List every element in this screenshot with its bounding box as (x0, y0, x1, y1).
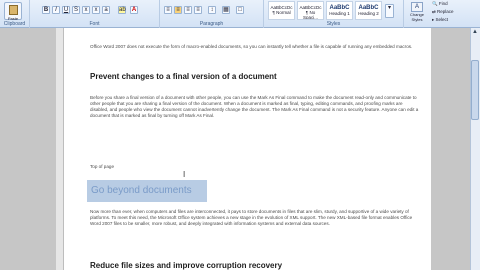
superscript-button[interactable]: x (92, 6, 100, 14)
font-group-label: Font (89, 21, 100, 27)
replace-label: Replace (437, 9, 454, 14)
strikethrough-button[interactable]: S (72, 6, 80, 14)
style-no-spacing[interactable]: AaBbCcDc ¶ No Spaci... (297, 1, 324, 20)
justify-button[interactable]: ≡ (194, 6, 202, 14)
heading-prevent-changes: Prevent changes to a final version of a … (90, 72, 277, 81)
styles-group: AaBbCcDc ¶ Normal AaBbCcDc ¶ No Spaci...… (264, 0, 404, 28)
change-styles-button[interactable]: A Change Styles (406, 2, 428, 26)
font-group: B I U S x x a ab A Font (30, 0, 160, 28)
select-label: Select (435, 17, 449, 22)
line-spacing-button[interactable]: ↕ (208, 6, 216, 14)
paragraph-group-label: Paragraph (199, 21, 224, 27)
document-page[interactable] (65, 28, 431, 270)
change-case-button[interactable]: a (102, 6, 110, 14)
change-styles-icon: A (411, 2, 423, 12)
paragraph-mark-as-final: Before you share a final version of a do… (90, 95, 419, 118)
binoculars-icon: 🔍 (432, 1, 438, 6)
paragraph-group: ≡ ≡ ≡ ≡ ↕ ▦ □ Paragraph (160, 0, 264, 28)
align-center-button[interactable]: ≡ (174, 6, 182, 14)
align-left-button[interactable]: ≡ (164, 6, 172, 14)
find-button[interactable]: 🔍 Find (432, 1, 478, 9)
editing-group: 🔍 Find ⇄ Replace ▸ Select (432, 1, 478, 27)
style-heading-1[interactable]: AaBbC Heading 1 (326, 1, 353, 20)
subscript-button[interactable]: x (82, 6, 90, 14)
font-color-button[interactable]: A (130, 6, 138, 14)
paste-button[interactable]: Paste (4, 2, 22, 21)
heading-reduce-file-sizes: Reduce file sizes and improve corruption… (90, 261, 283, 270)
find-label: Find (438, 1, 448, 6)
select-icon: ▸ (432, 17, 435, 22)
styles-more-button[interactable]: ▾ (385, 4, 394, 18)
intro-paragraph: Office Word 2007 does not execute the fo… (90, 44, 413, 49)
replace-icon: ⇄ (432, 9, 436, 14)
underline-button[interactable]: U (62, 6, 70, 14)
borders-button[interactable]: □ (236, 6, 244, 14)
styles-group-label: Styles (326, 21, 341, 27)
clipboard-icon (9, 5, 18, 15)
italic-button[interactable]: I (52, 6, 60, 14)
scroll-thumb[interactable] (471, 60, 479, 120)
scroll-up-arrow-icon[interactable]: ▲ (471, 29, 479, 37)
style-heading-2[interactable]: AaBbC Heading 2 (355, 1, 382, 20)
change-styles-label: Change Styles (409, 12, 424, 22)
style-normal[interactable]: AaBbCcDc ¶ Normal (268, 1, 295, 20)
style-heading-2-name: Heading 2 (358, 11, 379, 16)
vertical-ruler (56, 28, 64, 270)
replace-button[interactable]: ⇄ Replace (432, 9, 478, 17)
select-button[interactable]: ▸ Select (432, 17, 478, 25)
paragraph-xml-support: Now more than ever, when computers and f… (90, 209, 413, 226)
bold-button[interactable]: B (42, 6, 50, 14)
style-heading-1-name: Heading 1 (329, 11, 350, 16)
mouse-cursor-icon: I (183, 170, 186, 179)
style-normal-name: ¶ Normal (272, 10, 291, 15)
top-of-page-link[interactable]: Top of page (90, 164, 114, 169)
highlight-color-button[interactable]: ab (118, 6, 126, 14)
align-right-button[interactable]: ≡ (184, 6, 192, 14)
ribbon: Paste Clipboard B I U S x x a ab A Font … (0, 0, 480, 28)
style-no-spacing-name: ¶ No Spaci... (302, 10, 318, 20)
heading-go-beyond-documents[interactable]: Go beyond documents (91, 185, 192, 196)
clipboard-group-label: Clipboard (3, 21, 26, 27)
shading-button[interactable]: ▦ (222, 6, 230, 14)
left-workspace-margin (0, 28, 56, 270)
clipboard-group: Paste Clipboard (0, 0, 30, 28)
